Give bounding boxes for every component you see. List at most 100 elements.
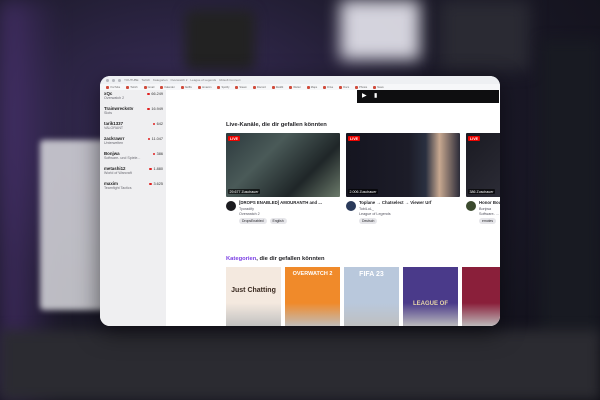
stream-game[interactable]: Overwatch 2 [239, 212, 260, 216]
sidebar-channel-item[interactable]: tarik1337 VALORANT 642 [100, 120, 166, 135]
bookmark-label: Discord [256, 85, 266, 89]
category-card[interactable]: LEAGUE OF [403, 267, 458, 326]
bookmark-item[interactable]: Photos [355, 85, 368, 89]
stream-tags: emotes [479, 218, 497, 224]
window-control-icon[interactable] [112, 78, 115, 82]
bookmark-item[interactable]: Drive [323, 85, 334, 89]
bookmark-item[interactable]: Twitch [126, 85, 138, 89]
live-dot-icon [147, 107, 150, 111]
window-control-icon[interactable] [106, 78, 109, 82]
live-dot-icon [147, 137, 151, 141]
category-card[interactable]: FIFA 23 [344, 267, 399, 326]
live-indicator: 66.249 [147, 92, 163, 96]
background-speaker [540, 40, 600, 340]
categories-section-title: Kategorien, die dir gefallen könnten [226, 256, 325, 262]
bookmark-item[interactable]: YouTube [106, 85, 121, 89]
stream-tag[interactable]: English [269, 218, 287, 224]
bookmark-label: Wetter [293, 85, 301, 89]
viewer-count-badge: 386 Zuschauer [468, 189, 495, 194]
tab[interactable]: Overwatch 2 [171, 78, 188, 82]
play-icon[interactable]: ▶ [362, 92, 367, 99]
sidebar-channel-item[interactable]: xQc Overwatch 2 66.249 [100, 90, 166, 105]
bookmark-icon [180, 85, 184, 89]
bookmark-item[interactable]: Reddit [271, 85, 283, 89]
bookmark-item[interactable]: Amazon [197, 85, 211, 89]
stream-channel[interactable]: Tyoradify [239, 207, 254, 211]
stream-tags: DropsEnabled English [239, 218, 287, 224]
bookmark-item[interactable]: Maps [306, 85, 317, 89]
tab[interactable]: Twitch [142, 78, 151, 82]
bookmark-icon [160, 85, 164, 89]
stream-game[interactable]: League of Legends [359, 212, 391, 216]
background-shelf [440, 0, 530, 70]
stream-card[interactable]: LIVE 386 Zuschauer Honor Bound ... BonjwaSo… [466, 133, 500, 227]
stream-tag[interactable]: Deutsch [359, 218, 378, 224]
bookmark-item[interactable]: Spotify [217, 85, 229, 89]
sidebar-channel-item[interactable]: metashi12 World of Warcraft 1.880 [100, 165, 166, 180]
avatar[interactable] [226, 201, 236, 211]
bookmark-label: Drive [327, 85, 334, 89]
live-section-title: Live-Kanäle, die dir gefallen könnten [226, 122, 327, 128]
bookmark-item[interactable]: Steam [235, 85, 247, 89]
viewer-count: 642 [156, 122, 163, 126]
stream-card[interactable]: LIVE 2.006 Zuschauer Toplane → Chatselect … [346, 133, 460, 227]
bookmark-icon [339, 85, 343, 89]
stream-thumbnail[interactable]: LIVE 386 Zuschauer [466, 133, 500, 197]
mini-player[interactable]: ▶ ▮ [357, 90, 499, 103]
bookmark-icon [323, 85, 327, 89]
bookmark-item[interactable]: Docs [339, 85, 349, 89]
bookmark-icon [271, 85, 275, 89]
stream-tag[interactable]: emotes [479, 218, 497, 224]
stream-title[interactable]: Honor Bound ... [479, 200, 500, 205]
category-card[interactable] [462, 267, 500, 326]
bookmark-item[interactable]: Discord [252, 85, 266, 89]
stream-title[interactable]: [DROPS ENABLED] AMOURANTH and ... [239, 200, 340, 205]
sidebar-channel-item[interactable]: Bonjwa Software- und Spiele... 386 [100, 150, 166, 165]
stream-game[interactable]: Software- ... [479, 212, 499, 216]
avatar[interactable] [346, 201, 356, 211]
stream-tags: Deutsch [359, 218, 378, 224]
tab[interactable]: Kategorien [153, 78, 168, 82]
stream-channel[interactable]: Bonjwa [479, 207, 491, 211]
sidebar-channel-item[interactable]: maxim Teamfight Tactics 3.625 [100, 180, 166, 195]
stream-tag[interactable]: DropsEnabled [239, 218, 267, 224]
bookmark-item[interactable]: Wetter [289, 85, 301, 89]
channel-game: Unterwelten [104, 141, 124, 145]
stream-title[interactable]: Toplane → Chatselect → Viewer Urf [359, 200, 460, 205]
window-control-icon[interactable] [118, 78, 121, 82]
bookmark-label: Steam [239, 85, 247, 89]
bookmark-item[interactable]: Kalender [160, 85, 175, 89]
stream-meta: [DROPS ENABLED] AMOURANTH and ... Tyoradi… [226, 197, 340, 227]
channel-game: Slots [104, 111, 112, 115]
bookmark-label: News [377, 85, 384, 89]
category-label: OVERWATCH 2 [292, 271, 333, 277]
bookmark-label: Photos [359, 85, 368, 89]
categories-link[interactable]: Kategorien [226, 256, 256, 262]
stream-thumbnail[interactable]: LIVE 2.006 Zuschauer [346, 133, 460, 197]
stream-meta: Toplane → Chatselect → Viewer Urf TobiLoL… [346, 197, 460, 227]
stream-channel[interactable]: TobiLoL_ [359, 207, 374, 211]
bookmark-item[interactable]: News [373, 85, 384, 89]
sidebar-channel-item[interactable]: zackrawrr Unterwelten 11.047 [100, 135, 166, 150]
stream-card[interactable]: LIVE 29.677 Zuschauer [DROPS ENABLED] AMOU… [226, 133, 340, 227]
bookmark-icon [143, 85, 147, 89]
tab[interactable]: League of Legends [190, 78, 216, 82]
tab[interactable]: YOUTUBE [124, 78, 139, 82]
category-card[interactable]: OVERWATCH 2 [285, 267, 340, 326]
viewer-count: 3.625 [153, 182, 163, 186]
category-card[interactable]: Just Chatting [226, 267, 281, 326]
tab-bar: YOUTUBE Twitch Kategorien Overwatch 2 Le… [100, 76, 500, 84]
bookmark-label: Kalender [164, 85, 175, 89]
bookmark-icon [355, 85, 359, 89]
avatar[interactable] [466, 201, 476, 211]
volume-icon[interactable]: ▮ [374, 92, 377, 99]
tab[interactable]: Ubisoft Connect [219, 78, 240, 82]
sidebar-channel-item[interactable]: Trainwreckstv Slots 16.949 [100, 105, 166, 120]
bookmark-icon [235, 85, 239, 89]
bookmark-label: Netflix [184, 85, 192, 89]
bookmark-label: YouTube [110, 85, 121, 89]
bookmark-item[interactable]: Netflix [180, 85, 192, 89]
bookmark-item[interactable]: Gmail [143, 85, 154, 89]
bookmark-icon [106, 85, 109, 89]
stream-thumbnail[interactable]: LIVE 29.677 Zuschauer [226, 133, 340, 197]
